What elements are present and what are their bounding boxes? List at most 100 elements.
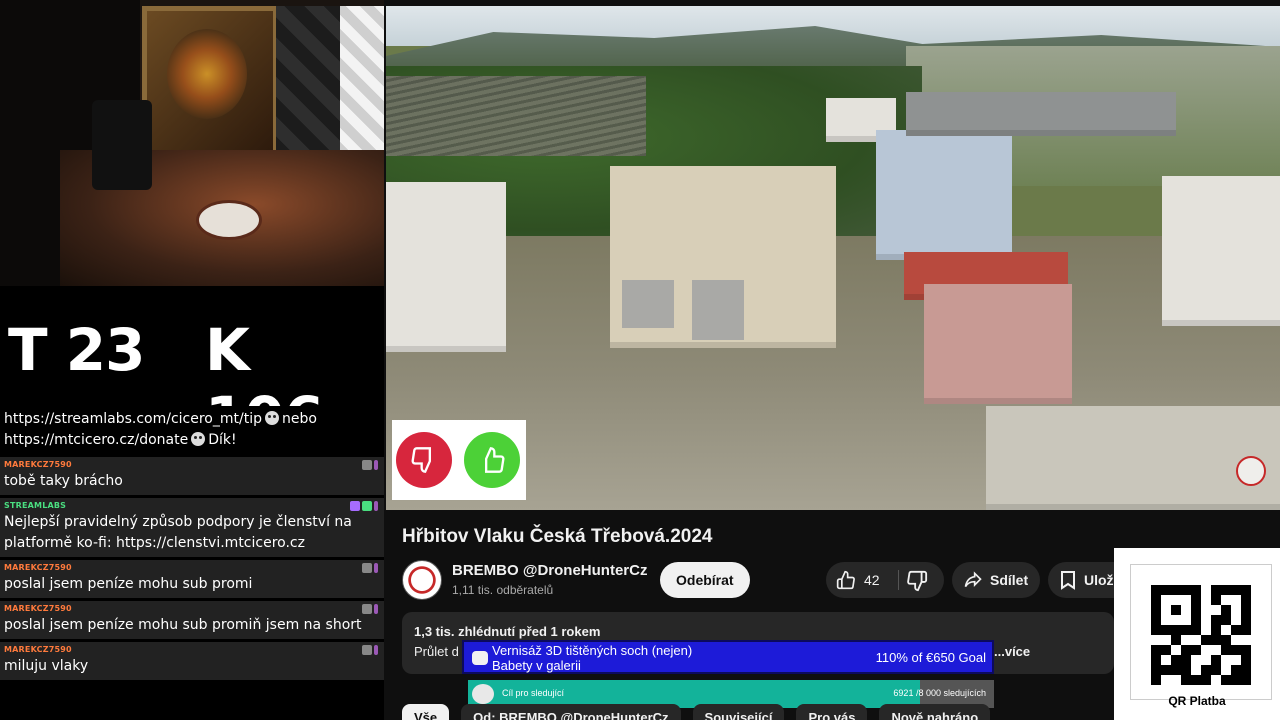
- donate-link[interactable]: https://mtcicero.cz/donate: [4, 432, 188, 448]
- qr-module: [1211, 635, 1221, 645]
- goal-title-line2: Babety v galerii: [492, 658, 581, 673]
- qr-module: [1241, 655, 1251, 665]
- share-icon: [964, 571, 982, 588]
- chat-username: MAREKCZ7590: [4, 604, 72, 613]
- qr-module: [1211, 665, 1221, 675]
- depot-building: [876, 130, 1012, 260]
- concrete-yard: [986, 406, 1280, 510]
- chat-username: STREAMLABS: [4, 501, 67, 510]
- goal-title-line1: Vernisáž 3D tištěných soch (nejen): [492, 643, 693, 658]
- chat-badges: [362, 563, 378, 573]
- qr-module: [1221, 675, 1231, 685]
- qr-module: [1241, 645, 1251, 655]
- qr-module: [1171, 605, 1181, 615]
- qr-module: [1221, 595, 1231, 605]
- chip-for-you[interactable]: Pro vás: [796, 704, 868, 720]
- chat-message: MAREKCZ7590 tobě taky brácho: [0, 457, 384, 498]
- chat-panel: https://streamlabs.com/cicero_mt/tip nebo…: [0, 406, 384, 720]
- chat-username: MAREKCZ7590: [4, 563, 72, 572]
- chat-badges: [362, 645, 378, 655]
- qr-module: [1241, 605, 1251, 615]
- depot-building: [906, 92, 1176, 136]
- chip-all[interactable]: Vše: [402, 704, 450, 720]
- vote-widget: [392, 420, 526, 500]
- qr-module: [1151, 675, 1161, 685]
- qr-module: [1201, 655, 1211, 665]
- qr-module: [1161, 595, 1171, 605]
- chip-recently-uploaded[interactable]: Nově nahráno: [879, 704, 991, 720]
- qr-module: [1191, 585, 1201, 595]
- qr-module: [1201, 595, 1211, 605]
- qr-module: [1201, 645, 1211, 655]
- chat-message: STREAMLABS Nejlepší pravidelný způsob po…: [0, 498, 384, 560]
- like-button[interactable]: 42: [826, 562, 896, 598]
- chip-related[interactable]: Související: [692, 704, 785, 720]
- chat-message-text: miluju vlaky: [4, 658, 89, 674]
- chat-word: nebo: [281, 411, 317, 427]
- bookmark-icon: [1061, 571, 1075, 590]
- qr-module: [1231, 675, 1241, 685]
- qr-module: [1181, 585, 1191, 595]
- badge-icon: [350, 501, 360, 511]
- chat-message-text: poslal jsem peníze mohu sub promiň jsem …: [4, 617, 362, 633]
- qr-module: [1171, 655, 1181, 665]
- qr-module: [1231, 595, 1241, 605]
- show-more-link[interactable]: ...více: [994, 644, 1030, 659]
- qr-module: [1181, 615, 1191, 625]
- qr-module: [1161, 635, 1171, 645]
- qr-module: [1201, 675, 1211, 685]
- qr-module: [1221, 645, 1231, 655]
- qr-module: [1241, 625, 1251, 635]
- qr-module: [1231, 665, 1241, 675]
- qr-module: [1181, 665, 1191, 675]
- tip-link[interactable]: https://streamlabs.com/cicero_mt/tip: [4, 411, 262, 427]
- badge-icon: [374, 645, 378, 655]
- qr-module: [1151, 625, 1161, 635]
- qr-module: [1201, 635, 1211, 645]
- webcam-feed: [0, 0, 384, 286]
- subscriber-count: 1,11 tis. odběratelů: [452, 583, 554, 597]
- qr-module: [1181, 605, 1191, 615]
- channel-name[interactable]: BREMBO @DroneHunterCz: [452, 562, 647, 579]
- qr-module: [1181, 595, 1191, 605]
- qr-module: [1201, 585, 1211, 595]
- qr-module: [1231, 655, 1241, 665]
- qr-module: [1161, 675, 1171, 685]
- qr-module: [1161, 605, 1171, 615]
- qr-module: [1211, 625, 1221, 635]
- chat-message-text: https://streamlabs.com/cicero_mt/tip nebo…: [4, 409, 380, 451]
- qr-module: [1201, 625, 1211, 635]
- qr-module: [1241, 595, 1251, 605]
- subscribe-button[interactable]: Odebírat: [660, 562, 750, 598]
- qr-module: [1211, 585, 1221, 595]
- qr-module: [1171, 615, 1181, 625]
- thumbs-up-icon: [836, 570, 855, 590]
- qr-module: [1161, 615, 1171, 625]
- qr-module: [1171, 665, 1181, 675]
- qr-module: [1191, 595, 1201, 605]
- chat-username: MAREKCZ7590: [4, 645, 72, 654]
- recommendation-filter-chips: Vše Od: BREMBO @DroneHunterCz Souvisejíc…: [402, 704, 991, 720]
- qr-module: [1171, 625, 1181, 635]
- qr-module: [1161, 585, 1171, 595]
- chat-message: MAREKCZ7590 poslal jsem peníze mohu sub …: [0, 601, 384, 642]
- badge-icon: [374, 501, 378, 511]
- qr-module: [1211, 675, 1221, 685]
- qr-module: [1231, 635, 1241, 645]
- share-button[interactable]: Sdílet: [952, 562, 1040, 598]
- chat-message: https://streamlabs.com/cicero_mt/tip nebo…: [0, 406, 384, 457]
- qr-module: [1171, 645, 1181, 655]
- qr-module: [1191, 645, 1201, 655]
- channel-avatar[interactable]: [402, 560, 442, 600]
- qr-module: [1221, 605, 1231, 615]
- qr-module: [1201, 615, 1211, 625]
- qr-module: [1241, 585, 1251, 595]
- dislike-button[interactable]: [906, 570, 928, 592]
- depot-building: [1162, 176, 1280, 326]
- t-counter: T 23: [8, 316, 145, 384]
- qr-module: [1211, 615, 1221, 625]
- chip-from-channel[interactable]: Od: BREMBO @DroneHunterCz: [461, 704, 681, 720]
- depot-building: [386, 182, 506, 352]
- chat-message-text: tobě taky brácho: [4, 473, 123, 489]
- qr-module: [1221, 655, 1231, 665]
